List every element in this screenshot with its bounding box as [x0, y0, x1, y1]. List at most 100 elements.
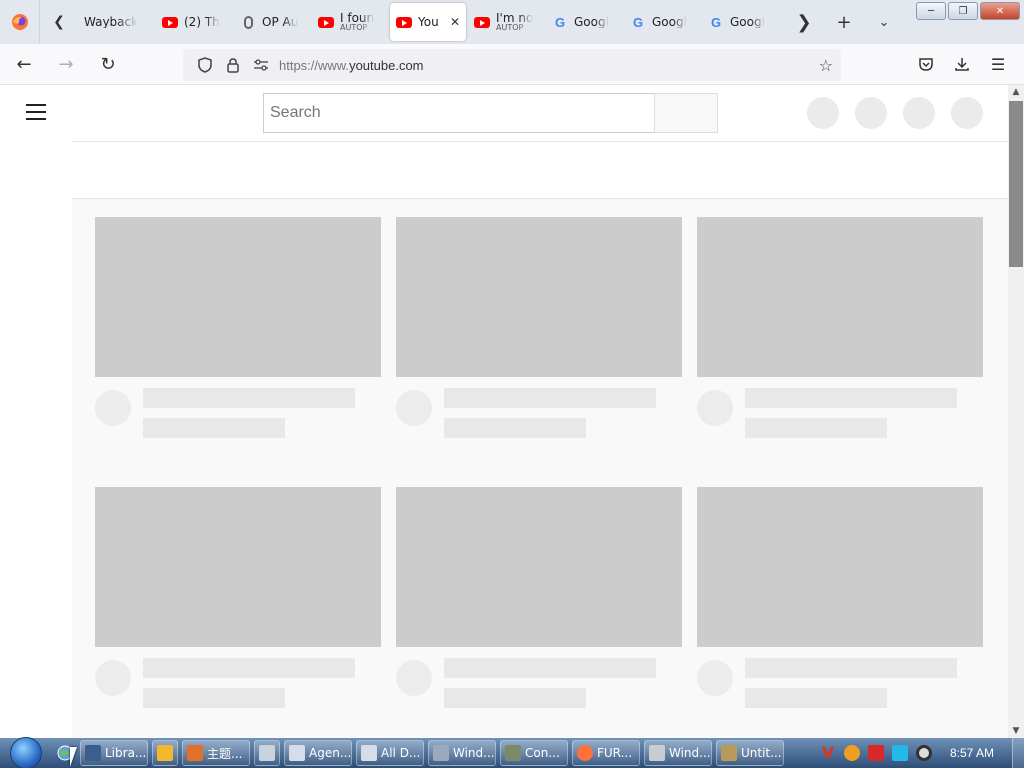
scrollbar-thumb[interactable]	[1009, 101, 1023, 267]
tab-i-found[interactable]: I foun AUTOP	[312, 3, 388, 41]
tab-google-2[interactable]: G Googl	[624, 3, 700, 41]
taskbar-item-label: FUR...	[597, 746, 633, 760]
video-card-placeholder[interactable]	[95, 487, 381, 708]
restore-button[interactable]: ❐	[948, 2, 978, 20]
video-card-placeholder[interactable]	[396, 487, 682, 708]
bookmark-star-icon[interactable]: ☆	[819, 56, 833, 75]
youtube-icon	[162, 16, 178, 28]
video-card-placeholder[interactable]	[396, 217, 682, 438]
firefox-view-button[interactable]	[0, 0, 40, 44]
window-icon	[361, 745, 377, 761]
taskbar-item-label: Wind...	[669, 746, 711, 760]
header-button-placeholder[interactable]	[951, 97, 983, 129]
display-icon[interactable]	[891, 745, 908, 761]
speaker-icon[interactable]	[915, 745, 932, 761]
title-placeholder	[444, 388, 656, 408]
search-button[interactable]	[654, 93, 718, 133]
search-tray-icon[interactable]	[843, 745, 860, 761]
antivirus-icon[interactable]: V	[820, 745, 836, 761]
scroll-down-arrow-icon[interactable]: ▼	[1008, 724, 1024, 738]
taskbar-item-theme[interactable]: 主题...	[182, 740, 250, 766]
arrow-right-icon: →	[58, 53, 74, 75]
video-thumbnail-placeholder[interactable]	[396, 487, 682, 647]
tab-google-1[interactable]: G Googl	[546, 3, 622, 41]
windows-orb-icon	[10, 737, 42, 768]
header-button-placeholder[interactable]	[903, 97, 935, 129]
video-card-placeholder[interactable]	[697, 487, 983, 708]
url-bar[interactable]: https://www.youtube.com ☆	[183, 49, 841, 81]
close-tab-icon[interactable]: ✕	[450, 15, 460, 29]
tab-title: (2) Th	[184, 15, 220, 29]
tab-title: Googl	[574, 15, 609, 29]
page-scrollbar[interactable]: ▲ ▼	[1008, 85, 1024, 738]
taskbar-item-window[interactable]	[254, 740, 280, 766]
tab-scroll-left-button[interactable]: ❮	[40, 0, 78, 44]
video-card-placeholder[interactable]	[95, 217, 381, 438]
youtube-icon	[474, 16, 490, 28]
flag-icon[interactable]	[867, 745, 884, 761]
chip-bar-placeholder	[72, 141, 1008, 199]
tab-im-no[interactable]: I'm no AUTOP	[468, 3, 544, 41]
title-placeholder	[745, 388, 957, 408]
tab-scroll-right-button[interactable]: ❯	[784, 0, 824, 44]
google-icon: G	[710, 14, 722, 30]
metadata-placeholder	[143, 688, 285, 708]
guide-menu-icon[interactable]	[26, 104, 46, 120]
reload-button[interactable]: ↻	[90, 48, 126, 80]
pocket-button[interactable]	[908, 48, 944, 80]
tracking-protection-shield-icon[interactable]	[191, 57, 219, 73]
video-thumbnail-placeholder[interactable]	[697, 487, 983, 647]
clock[interactable]: 8:57 AM	[950, 746, 994, 760]
taskbar-item-wind-1[interactable]: Wind...	[428, 740, 496, 766]
list-all-tabs-button[interactable]: ⌄	[864, 0, 904, 44]
video-thumbnail-placeholder[interactable]	[697, 217, 983, 377]
tab-strip: ❮ Wayback (2) Th OP Au I foun AUTOP You ✕…	[0, 0, 1024, 44]
tab-youtube-active[interactable]: You ✕	[390, 3, 466, 41]
google-icon: G	[632, 14, 644, 30]
close-window-button[interactable]: ✕	[980, 2, 1020, 20]
taskbar-item-library[interactable]: Libra...	[80, 740, 148, 766]
video-card-placeholder[interactable]	[697, 217, 983, 438]
header-button-placeholder[interactable]	[807, 97, 839, 129]
taskbar-item-label: Libra...	[105, 746, 147, 760]
video-thumbnail-placeholder[interactable]	[396, 217, 682, 377]
tab-title: Googl	[652, 15, 687, 29]
start-button[interactable]	[0, 737, 52, 768]
tab-op-au[interactable]: OP Au	[234, 3, 310, 41]
forward-button[interactable]: →	[48, 48, 84, 80]
new-tab-button[interactable]: +	[824, 0, 864, 44]
taskbar-item-con[interactable]: Con...	[500, 740, 568, 766]
downloads-button[interactable]	[944, 48, 980, 80]
taskbar-item-media[interactable]	[152, 740, 178, 766]
tab-youtube-2[interactable]: (2) Th	[156, 3, 232, 41]
tab-wayback[interactable]: Wayback	[78, 3, 154, 41]
video-thumbnail-placeholder[interactable]	[95, 217, 381, 377]
taskbar-item-label: All D...	[381, 746, 421, 760]
taskbar-item-wind-2[interactable]: Wind...	[644, 740, 712, 766]
lock-icon[interactable]	[219, 57, 247, 73]
title-placeholder	[143, 388, 355, 408]
tab-google-3[interactable]: G Googl	[702, 3, 778, 41]
show-desktop-button[interactable]	[1012, 738, 1024, 768]
permissions-icon[interactable]	[247, 59, 275, 71]
taskbar-item-agent[interactable]: Agen...	[284, 740, 352, 766]
metadata-placeholder	[444, 418, 586, 438]
taskbar-item-all-d[interactable]: All D...	[356, 740, 424, 766]
taskbar-item-label: Wind...	[453, 746, 495, 760]
window-controls: ─ ❐ ✕	[916, 2, 1020, 20]
minimize-button[interactable]: ─	[916, 2, 946, 20]
taskbar-item-label: Untit...	[741, 746, 782, 760]
search-input[interactable]	[263, 93, 655, 133]
download-icon	[955, 58, 969, 71]
taskbar-item-firefox[interactable]: FUR...	[572, 740, 640, 766]
app-menu-button[interactable]: ☰	[980, 48, 1016, 80]
agent-icon	[289, 745, 305, 761]
console-icon	[505, 745, 521, 761]
video-thumbnail-placeholder[interactable]	[95, 487, 381, 647]
taskbar-item-untitled[interactable]: Untit...	[716, 740, 784, 766]
metadata-placeholder	[143, 418, 285, 438]
firefox-icon	[577, 745, 593, 761]
header-button-placeholder[interactable]	[855, 97, 887, 129]
back-button[interactable]: ←	[6, 48, 42, 80]
scroll-up-arrow-icon[interactable]: ▲	[1008, 85, 1024, 99]
